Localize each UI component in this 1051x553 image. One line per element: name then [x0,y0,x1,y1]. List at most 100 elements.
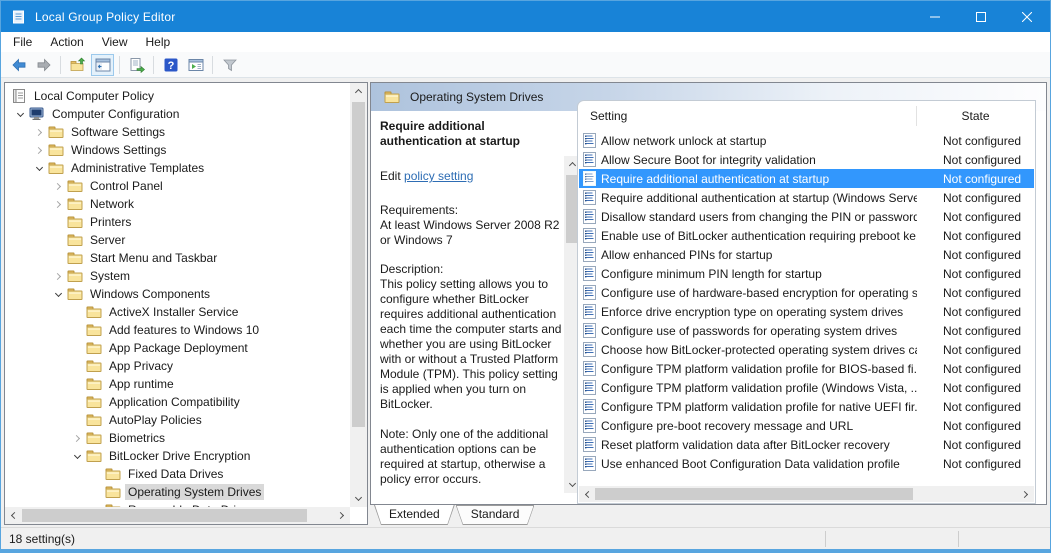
setting-row-reset-platform-validation-data-after-bit[interactable]: Reset platform validation data after Bit… [579,435,1034,454]
setting-icon [583,228,596,243]
setting-row-configure-use-of-passwords-for-operating[interactable]: Configure use of passwords for operating… [579,321,1034,340]
setting-row-choose-how-bitlocker-protected-operating[interactable]: Choose how BitLocker-protected operating… [579,340,1034,359]
tree-item-operating-system-drives[interactable]: Operating System Drives [5,483,350,501]
setting-row-allow-enhanced-pins-for-startup[interactable]: Allow enhanced PINs for startup Not confi… [579,245,1034,264]
up-one-level-icon[interactable] [66,54,89,76]
menu-help[interactable]: Help [137,32,180,52]
menu-action[interactable]: Action [41,32,92,52]
minimize-button[interactable] [912,1,958,32]
expander-closed-icon[interactable] [49,195,67,213]
tree-item-fixed-data-drives[interactable]: Fixed Data Drives [5,465,350,483]
tab-standard[interactable]: Standard [456,505,535,525]
local-group-policy-editor-window: Local Group Policy Editor File Action View… [0,0,1051,553]
scroll-right-icon[interactable] [1017,486,1034,502]
setting-icon [583,361,596,376]
menu-bar: File Action View Help [1,32,1050,52]
setting-icon [583,342,596,357]
scrollbar-thumb[interactable] [22,509,307,522]
list-horizontal-scrollbar[interactable] [579,486,1034,502]
scrollbar-thumb[interactable] [352,102,365,427]
tree-item-label: Windows Settings [71,143,167,157]
tree-item-autoplay-policies[interactable]: AutoPlay Policies [5,411,350,429]
menu-file[interactable]: File [4,32,41,52]
back-icon[interactable] [7,54,30,76]
column-header-state[interactable]: State [916,109,1035,123]
expander-open-icon[interactable] [68,447,86,465]
tree-item-network[interactable]: Network [5,195,350,213]
setting-row-configure-tpm-platform-validation-profil[interactable]: Configure TPM platform validation profil… [579,397,1034,416]
expander-open-icon[interactable] [11,105,29,123]
setting-row-enable-use-of-bitlocker-authentication-r[interactable]: Enable use of BitLocker authentication r… [579,226,1034,245]
setting-name: Require additional authentication at sta… [601,190,917,205]
console-tree-icon[interactable] [91,53,114,76]
tree-item-local-computer-policy[interactable]: Local Computer Policy [5,87,350,105]
expander-closed-icon[interactable] [30,141,48,159]
column-header-setting[interactable]: Setting [590,109,627,123]
setting-row-allow-network-unlock-at-startup[interactable]: Allow network unlock at startup Not confi… [579,131,1034,150]
tree-horizontal-scrollbar[interactable] [5,507,350,524]
tree-item-printers[interactable]: Printers [5,213,350,231]
show-window-icon[interactable] [184,54,207,76]
scroll-left-icon[interactable] [579,486,596,502]
setting-row-use-enhanced-boot-configuration-data-val[interactable]: Use enhanced Boot Configuration Data val… [579,454,1034,473]
scrollbar-thumb[interactable] [595,488,913,500]
expander-closed-icon[interactable] [68,429,86,447]
tree-item-windows-settings[interactable]: Windows Settings [5,141,350,159]
expander-open-icon[interactable] [30,159,48,177]
expander-closed-icon[interactable] [49,177,67,195]
setting-row-require-additional-authentication-at-sta[interactable]: Require additional authentication at sta… [579,188,1034,207]
tree-item-software-settings[interactable]: Software Settings [5,123,350,141]
folder-icon [86,448,102,464]
export-list-icon[interactable] [125,54,148,76]
folder-icon [67,178,83,194]
setting-row-configure-use-of-hardware-based-encrypti[interactable]: Configure use of hardware-based encrypti… [579,283,1034,302]
close-button[interactable] [1004,1,1050,32]
tree-item-label: Server [90,233,126,247]
status-separator [958,531,959,547]
menu-view[interactable]: View [93,32,137,52]
tree-item-biometrics[interactable]: Biometrics [5,429,350,447]
help-icon[interactable]: ? [159,54,182,76]
scroll-down-icon[interactable] [350,490,367,507]
tree-item-label: Operating System Drives [125,484,265,500]
tree-item-windows-components[interactable]: Windows Components [5,285,350,303]
scroll-left-icon[interactable] [5,507,22,524]
tree-item-start-menu-and-taskbar[interactable]: Start Menu and Taskbar [5,249,350,267]
tree-item-administrative-templates[interactable]: Administrative Templates [5,159,350,177]
tree-item-server[interactable]: Server [5,231,350,249]
tree-item-computer-configuration[interactable]: Computer Configuration [5,105,350,123]
setting-row-require-additional-authentication-at-sta[interactable]: Require additional authentication at sta… [579,169,1034,188]
tab-extended[interactable]: Extended [374,505,455,525]
scroll-up-icon[interactable] [350,83,367,100]
policy-setting-link[interactable]: policy setting [404,169,473,183]
expander-closed-icon[interactable] [30,123,48,141]
setting-icon [583,380,596,395]
setting-row-configure-tpm-platform-validation-profil[interactable]: Configure TPM platform validation profil… [579,378,1034,397]
setting-row-configure-pre-boot-recovery-message-and-[interactable]: Configure pre-boot recovery message and … [579,416,1034,435]
setting-row-allow-secure-boot-for-integrity-validati[interactable]: Allow Secure Boot for integrity validati… [579,150,1034,169]
expander-closed-icon[interactable] [49,267,67,285]
tree-item-app-privacy[interactable]: App Privacy [5,357,350,375]
tree-vertical-scrollbar[interactable] [350,83,367,507]
setting-row-configure-tpm-platform-validation-profil[interactable]: Configure TPM platform validation profil… [579,359,1034,378]
maximize-button[interactable] [958,1,1004,32]
tree-item-control-panel[interactable]: Control Panel [5,177,350,195]
tree-item-add-features-to-windows-10[interactable]: Add features to Windows 10 [5,321,350,339]
tree-item-system[interactable]: System [5,267,350,285]
toolbar-separator [60,55,61,74]
tree-item-app-runtime[interactable]: App runtime [5,375,350,393]
expander-open-icon[interactable] [49,285,67,303]
filter-icon[interactable] [218,54,241,76]
forward-icon[interactable] [32,54,55,76]
scroll-right-icon[interactable] [333,507,350,524]
tree-item-application-compatibility[interactable]: Application Compatibility [5,393,350,411]
setting-row-disallow-standard-users-from-changing-th[interactable]: Disallow standard users from changing th… [579,207,1034,226]
tree-item-bitlocker-drive-encryption[interactable]: BitLocker Drive Encryption [5,447,350,465]
setting-row-enforce-drive-encryption-type-on-operati[interactable]: Enforce drive encryption type on operati… [579,302,1034,321]
setting-row-configure-minimum-pin-length-for-startup[interactable]: Configure minimum PIN length for startup… [579,264,1034,283]
folder-icon [67,214,83,230]
tree-item-activex-installer-service[interactable]: ActiveX Installer Service [5,303,350,321]
tree-item-app-package-deployment[interactable]: App Package Deployment [5,339,350,357]
